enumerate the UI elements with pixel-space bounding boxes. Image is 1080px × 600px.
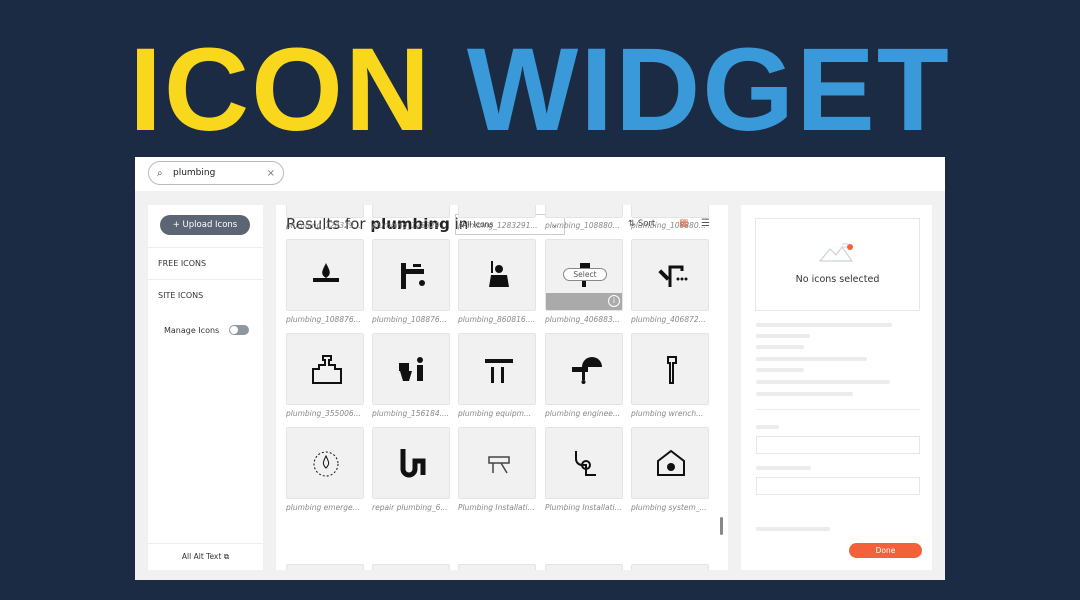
icon-tile-label: plumbing_108876... [372,315,447,324]
skeleton-line [756,357,867,361]
icon-tile-label: repair plumbing_6... [372,503,448,512]
house-pipe-icon [657,449,685,476]
manage-icons: Manage Icons [164,325,250,335]
clear-search-icon[interactable]: × [267,168,275,179]
skeleton-line [756,392,853,396]
icon-tile-label: plumbing_156184.... [372,409,450,418]
details-panel: No icons selected Done [741,205,932,570]
select-button[interactable]: Select [563,268,607,281]
tools-faucet-icon [485,359,513,383]
shower-wrench-icon [658,265,688,287]
plumber-person-icon [489,261,509,287]
icon-tile[interactable] [631,564,709,570]
icon-tile-label: plumbing enginee... [545,409,620,418]
results-panel: Results for plumbing in All Icons ⌄ ⇅ Sor… [276,205,728,570]
manage-icons-toggle[interactable] [229,325,250,335]
no-icons-selected-text: No icons selected [795,274,880,285]
icon-tile-label: Plumbing Installati... [458,503,535,512]
icon-tile[interactable] [631,205,709,218]
icon-tile[interactable] [372,239,450,311]
icon-tile-label: plumbing_108880... [545,221,620,230]
icon-tile[interactable] [372,427,450,499]
icon-tile-label: plumbing_406883... [545,315,620,324]
icon-tile[interactable] [631,239,709,311]
icon-tile-label: plumbing equipm... [458,409,532,418]
icon-tile-label: plumbing wrench... [631,409,704,418]
icon-tile-label: plumbing_128329... [286,221,361,230]
search-icon: ⌕ [157,167,163,179]
skeleton-line [756,368,804,372]
search-value: plumbing [173,168,216,178]
icon-tile[interactable] [372,333,450,405]
upload-icons-button[interactable]: + Upload Icons [160,215,250,235]
icon-tile[interactable] [286,564,364,570]
icon-tile-label: plumbing_860816.... [458,315,536,324]
skeleton-line [756,527,830,531]
icon-tile[interactable] [458,564,536,570]
skeleton-line [756,380,890,384]
selection-preview: No icons selected [755,218,920,311]
icon-tile[interactable] [286,239,364,311]
info-icon[interactable]: i [608,295,620,307]
divider [756,409,920,410]
icon-widget-panel: ⌕ plumbing × + Upload Icons FREE ICONS S… [135,157,945,580]
icon-tile[interactable] [631,427,709,499]
drop-badge-icon [313,451,339,477]
icon-tile[interactable] [545,333,623,405]
icon-tile[interactable] [286,333,364,405]
icon-tile[interactable] [372,205,450,218]
hero-word-widget: WIDGET [466,24,951,156]
icon-tile[interactable] [286,427,364,499]
text-field[interactable] [756,477,920,495]
faucet-wrench-icon [401,263,425,289]
scrollbar[interactable] [720,517,723,535]
skeleton-line [756,323,892,327]
icon-tile-label: plumbing_355006... [286,409,361,418]
drop-wrench-icon [313,263,339,282]
icon-tile[interactable] [545,564,623,570]
hero-word-icon: ICON [129,24,433,156]
icon-tile-label: plumbing emerge... [286,503,360,512]
manage-icons-label: Manage Icons [164,325,220,335]
hover-overlay: i [546,293,622,310]
image-placeholder-icon [818,243,854,262]
sidebar-item-site-icons[interactable]: SITE ICONS [148,279,263,311]
done-button[interactable]: Done [849,543,922,558]
skeleton-line [756,425,779,429]
valve-icon [312,355,342,384]
icon-tile[interactable] [372,564,450,570]
icon-tile-label: plumbing_1283291... [458,221,538,230]
icon-tile[interactable] [545,427,623,499]
icon-tile[interactable] [631,333,709,405]
sink-installation-icon [488,456,510,474]
helmet-pipe-icon [572,357,602,384]
icon-tile-label: Plumbing Installati... [545,503,622,512]
skeleton-line [756,345,804,349]
skeleton-line [756,466,811,470]
text-field[interactable] [756,436,920,454]
icon-tile[interactable] [458,333,536,405]
skeleton-line [756,334,810,338]
icon-tile[interactable] [458,205,536,218]
pipe-repair-icon [400,449,426,478]
icon-tile-label: plumbing_108876... [286,315,361,324]
toilet-plumber-icon [399,357,423,381]
all-alt-text-link[interactable]: All Alt Text ⧉ [148,543,263,562]
top-bar: ⌕ plumbing × [135,157,945,191]
icon-tile[interactable] [458,427,536,499]
icon-tile-label: plumbing_108880... [631,221,706,230]
sidebar-item-free-icons[interactable]: FREE ICONS [148,247,263,279]
hero-title: ICON WIDGET [0,30,1080,150]
icon-tile-label: plumbing_406872... [631,315,706,324]
icon-tile[interactable] [458,239,536,311]
wrench-icon [667,356,677,384]
search-input[interactable]: ⌕ plumbing × [148,161,284,185]
icon-tile[interactable] [545,205,623,218]
icon-tile-label: plumbing_128329... [372,221,447,230]
pipes-icon [575,451,596,476]
icon-tile[interactable]: i Select [545,239,623,311]
icon-tile[interactable] [286,205,364,218]
icon-tile-label: plumbing system_... [631,503,707,512]
sidebar: + Upload Icons FREE ICONS SITE ICONS Man… [148,205,263,570]
